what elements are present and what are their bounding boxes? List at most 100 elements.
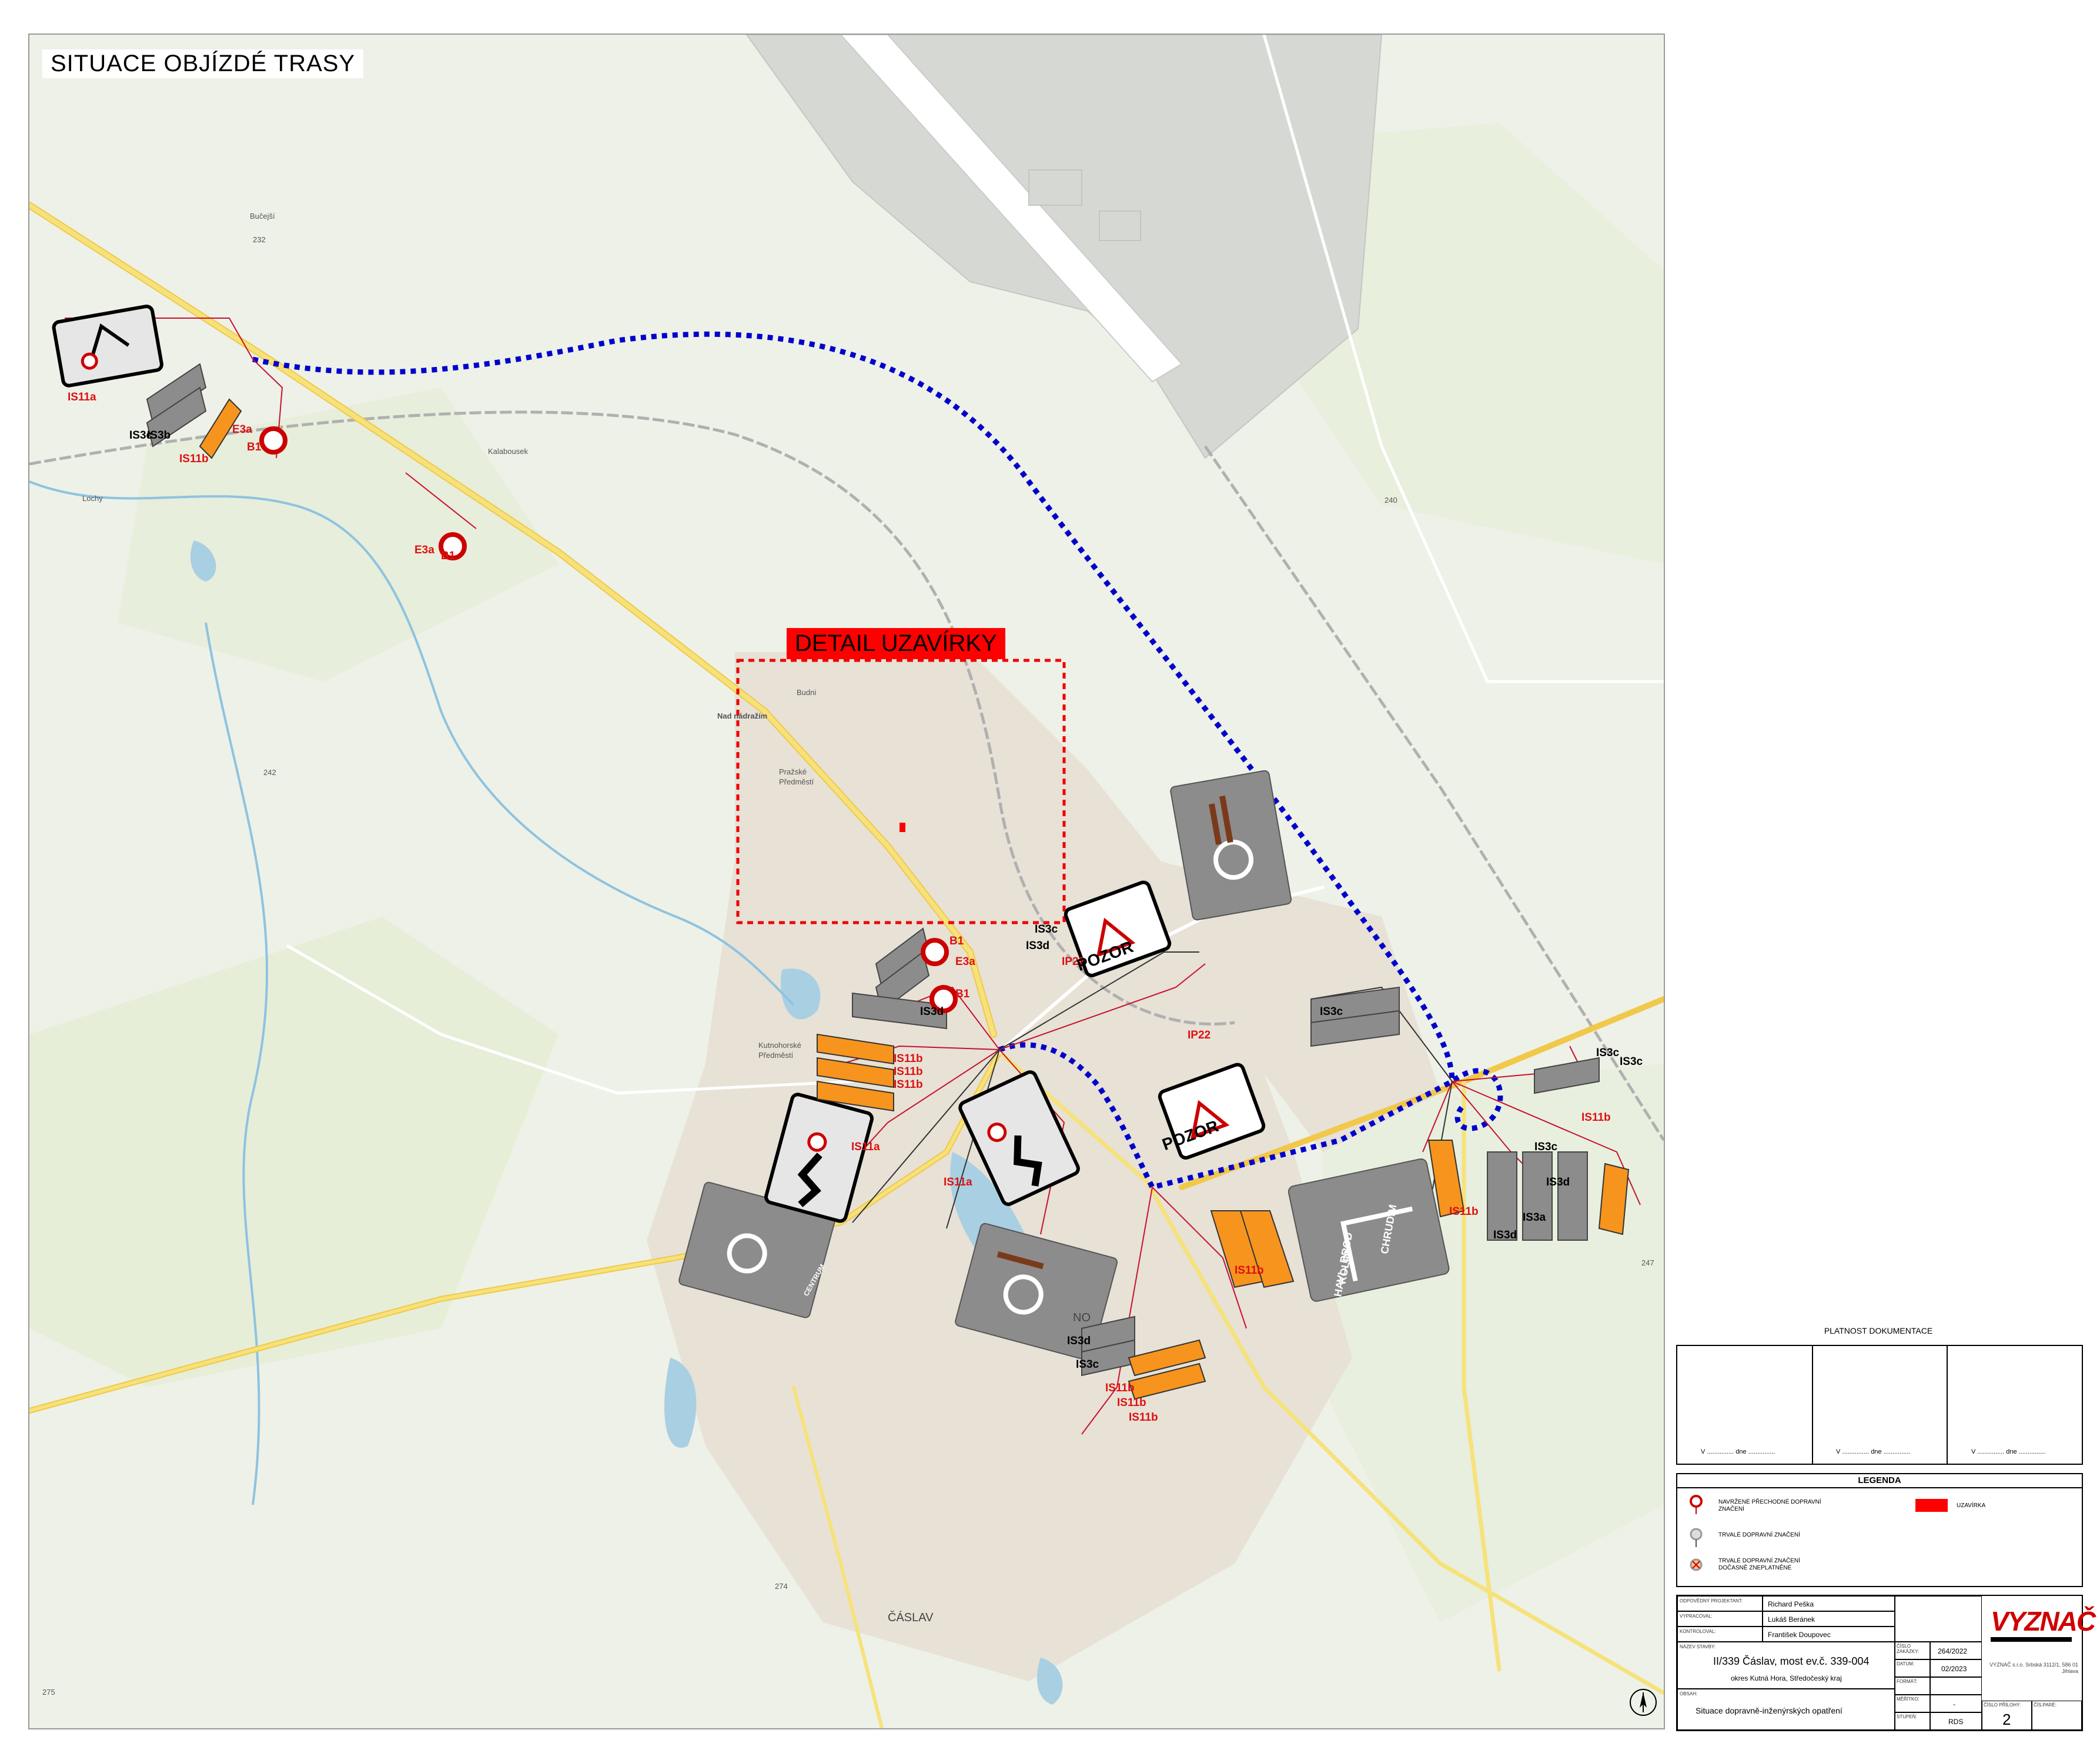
validity-table: V ............... dne ............... V …	[1676, 1345, 2083, 1465]
place-nadrazi: Nad nádražím	[717, 712, 768, 720]
legend-closure-swatch	[1915, 1499, 1948, 1512]
place-predmesti-1: Předměstí	[779, 777, 814, 786]
cell	[1895, 1596, 1982, 1642]
validity-col	[1677, 1346, 1813, 1464]
cell: FORMÁT:	[1895, 1677, 1930, 1695]
elevation-240: 240	[1385, 496, 1397, 505]
responsible-designer: Richard Peška	[1768, 1600, 1814, 1608]
scale: -	[1953, 1700, 1955, 1708]
elevation-275: 275	[42, 1688, 55, 1696]
elevation-242: 242	[263, 768, 276, 777]
project-region: okres Kutná Hora, Středočeský kraj	[1731, 1674, 1842, 1682]
sign-code: B1	[441, 550, 456, 562]
cell: ČÍSLO PŘÍLOHY: 2	[1982, 1701, 2032, 1730]
sign-code: IS3c	[1035, 923, 1058, 936]
cell: Richard Peška	[1763, 1596, 1895, 1611]
cell: Lukáš Beránek	[1763, 1611, 1895, 1627]
place-hurky: Bučejší	[250, 212, 275, 221]
logo-text: VYZNAČ	[1991, 1606, 2096, 1637]
cell: 02/2023	[1930, 1659, 1982, 1677]
legend-symbols	[1690, 1495, 1703, 1571]
company-logo: VYZNAČ	[1981, 1594, 2096, 1659]
sign-code: IS3d	[1493, 1229, 1517, 1241]
validity-col	[1812, 1346, 1948, 1464]
sign-code: E3a	[232, 423, 252, 436]
label: STUPEŇ:	[1897, 1714, 1917, 1719]
label: ODPOVĚDNÝ PROJEKTANT:	[1680, 1598, 1743, 1604]
elevation-247: 247	[1641, 1258, 1654, 1267]
sign-code: IS3a	[1523, 1211, 1546, 1224]
place-kutnohorske: Kutnohorské	[758, 1041, 801, 1050]
sign-code: E3a	[414, 544, 434, 556]
prepared-by: Lukáš Beránek	[1768, 1615, 1815, 1624]
sign-code: IS3c	[1620, 1056, 1643, 1068]
label: FORMÁT:	[1897, 1679, 1918, 1684]
label: MĚŘÍTKO:	[1897, 1696, 1920, 1702]
signature-line: V ............... dne ...............	[1836, 1448, 1911, 1455]
sign-code: IS11b	[1581, 1111, 1611, 1124]
closure-marker	[899, 823, 905, 832]
sign-code: IS11b	[894, 1053, 923, 1065]
legend-item-invalidated: TRVALÉ DOPRAVNÍ ZNAČENÍ DOČASNĚ ZNEPLATN…	[1718, 1558, 1800, 1571]
cell: ODPOVĚDNÝ PROJEKTANT:	[1677, 1596, 1763, 1611]
label: VYPRACOVAL:	[1680, 1614, 1713, 1619]
checked-by: František Doupovec	[1768, 1631, 1831, 1639]
sign-code: IS3d	[1067, 1335, 1091, 1347]
sign-code: IS11b	[1235, 1264, 1264, 1277]
sign-code: IS11b	[179, 453, 209, 465]
place-caslav: ČÁSLAV	[888, 1611, 934, 1624]
cell: ČÍSLO ZAKÁZKY:	[1895, 1642, 1930, 1659]
detail-area-label: DETAIL UZAVÍRKY	[787, 628, 1005, 659]
place-lochy: Lochy	[82, 494, 103, 503]
place-nove-mesto: NO	[1073, 1311, 1091, 1324]
map-canvas[interactable]	[29, 35, 1664, 1728]
elevation-274: 274	[775, 1582, 788, 1591]
sign-code: B1	[949, 935, 964, 947]
sign-code: IS11b	[1449, 1205, 1479, 1218]
cell: František Doupovec	[1763, 1627, 1895, 1642]
cell: MĚŘÍTKO:	[1895, 1695, 1930, 1712]
cell: KONTROLOVAL:	[1677, 1627, 1763, 1642]
elevation-232: 232	[253, 235, 266, 244]
place-kalabousek: Kalabousek	[488, 447, 528, 456]
sign-code: IS11a	[851, 1141, 880, 1153]
cell	[1930, 1677, 1982, 1695]
cell: OBSAH: Situace dopravně-inženýrských opa…	[1677, 1689, 1895, 1730]
label: KONTROLOVAL:	[1680, 1629, 1716, 1634]
project-name: II/339 Čáslav, most ev.č. 339-004	[1713, 1655, 1870, 1667]
map-frame[interactable]	[28, 34, 1665, 1729]
place-prazske: Pražské	[779, 767, 807, 776]
sign-code: B1	[247, 441, 262, 453]
attachment-number: 2	[2002, 1711, 2011, 1728]
sign-code: IS3d	[1546, 1176, 1570, 1188]
label: ČÍS.PARÉ:	[2034, 1702, 2056, 1708]
job-number: 264/2022	[1938, 1647, 1968, 1655]
map-title: SITUACE OBJÍZDÉ TRASY	[42, 49, 364, 78]
drawing-content: Situace dopravně-inženýrských opatření	[1696, 1706, 1842, 1715]
sign-code: B1	[955, 988, 970, 1000]
legend-title: LEGENDA	[1677, 1474, 2082, 1488]
sign-code: IS11a	[944, 1176, 972, 1188]
cell: -	[1930, 1695, 1982, 1712]
validity-title: PLATNOST DOKUMENTACE	[1824, 1326, 1933, 1335]
legend-item-permanent: TRVALÉ DOPRAVNÍ ZNAČENÍ	[1718, 1532, 1800, 1538]
sign-code: IS11b	[1105, 1382, 1135, 1394]
label: ČÍSLO ZAKÁZKY:	[1897, 1644, 1920, 1654]
sign-code: IS11a	[68, 391, 96, 403]
label: DATUM:	[1897, 1661, 1915, 1666]
sign-code: IS11b	[894, 1078, 923, 1091]
signature-line: V ............... dne ...............	[1701, 1448, 1775, 1455]
signature-line: V ............... dne ...............	[1971, 1448, 2046, 1455]
sign-code: IS11b	[1129, 1411, 1158, 1424]
cell: ČÍS.PARÉ:	[2032, 1701, 2082, 1730]
cell: DATUM:	[1895, 1659, 1930, 1677]
sign-code: E3a	[955, 956, 975, 968]
sign-code: IS3c	[1534, 1141, 1558, 1153]
sign-code: IS3c	[1320, 1006, 1343, 1018]
label: ČÍSLO PŘÍLOHY:	[1984, 1702, 2021, 1708]
legend-item-closure: UZAVÍRKA	[1957, 1502, 1986, 1509]
legend-item-temporary: NAVRŽENÉ PŘECHODNÉ DOPRAVNÍ ZNAČENÍ	[1718, 1499, 1821, 1512]
place-predmesti-2: Předměstí	[758, 1051, 794, 1060]
legend: LEGENDA NAVRŽENÉ PŘECHODNÉ DOPRAVNÍ ZNAČ…	[1676, 1473, 2083, 1587]
sign-code: IS11b	[1117, 1397, 1146, 1409]
